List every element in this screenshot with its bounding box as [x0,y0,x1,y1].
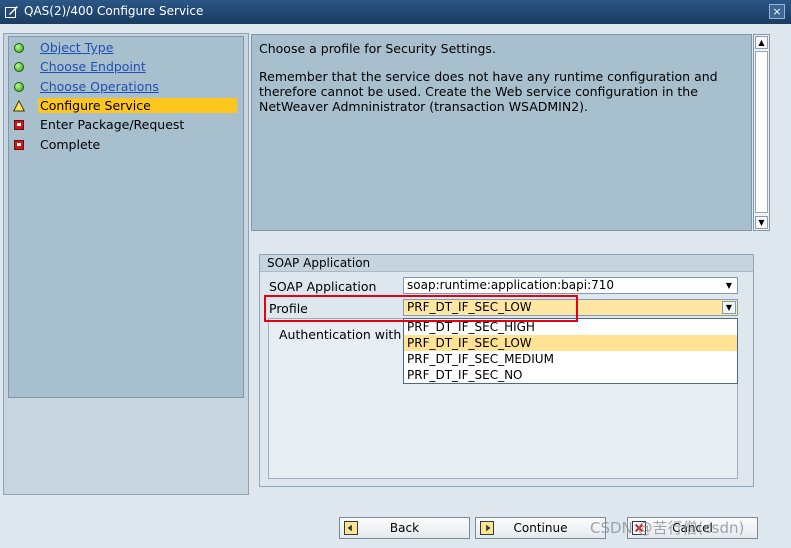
scroll-down-icon: ▼ [758,218,765,227]
wizard-steps-list: Object Type Choose Endpoint Choose Opera… [8,36,244,398]
step-choose-operations[interactable]: Choose Operations [9,78,243,96]
step-label: Enter Package/Request [40,117,185,132]
watermark-text: CSDN @苦行僧(csdn) [590,519,745,537]
warning-triangle-icon [13,100,25,112]
step-label: Configure Service [38,98,237,113]
edit-window-icon [5,6,18,18]
step-label[interactable]: Object Type [40,40,113,55]
step-label[interactable]: Choose Operations [40,79,159,94]
continue-button[interactable]: Continue [475,517,606,539]
info-line-runtime-warning: Remember that the service does not have … [259,69,718,114]
window-title-bar: QAS(2)/400 Configure Service × [0,0,791,24]
close-window-button[interactable]: × [769,4,785,19]
profile-option-low[interactable]: PRF_DT_IF_SEC_LOW [404,335,737,351]
step-label[interactable]: Choose Endpoint [40,59,146,74]
scroll-thumb[interactable] [755,51,768,213]
green-status-icon [14,82,24,92]
window-title: QAS(2)/400 Configure Service [24,4,204,18]
back-button[interactable]: Back [339,517,470,539]
step-choose-endpoint[interactable]: Choose Endpoint [9,58,243,76]
info-message-panel: Choose a profile for Security Settings. … [251,34,752,231]
close-icon: × [772,5,782,18]
step-configure-service[interactable]: Configure Service [9,97,243,115]
scroll-down-button[interactable]: ▼ [755,216,768,229]
authentication-label: Authentication with Us [279,327,421,342]
chevron-down-icon[interactable]: ▼ [723,280,735,291]
step-object-type[interactable]: Object Type [9,39,243,57]
chevron-down-icon[interactable]: ▼ [722,301,736,314]
step-complete[interactable]: Complete [9,136,243,154]
red-status-icon [14,120,24,130]
step-label: Complete [40,137,101,152]
info-line-choose-profile: Choose a profile for Security Settings. [259,41,496,56]
annotation-highlight-box [264,295,578,322]
scroll-up-icon: ▲ [758,38,765,47]
profile-dropdown-list[interactable]: PRF_DT_IF_SEC_HIGH PRF_DT_IF_SEC_LOW PRF… [403,318,738,384]
scroll-up-button[interactable]: ▲ [755,36,768,49]
soap-application-value: soap:runtime:application:bapi:710 [407,278,615,292]
step-enter-package-request[interactable]: Enter Package/Request [9,116,243,134]
green-status-icon [14,43,24,53]
continue-label: Continue [513,521,568,535]
info-scrollbar[interactable]: ▲ ▼ [753,34,770,231]
group-title: SOAP Application [260,255,753,272]
back-label: Back [389,521,420,535]
profile-option-medium[interactable]: PRF_DT_IF_SEC_MEDIUM [404,351,737,367]
profile-option-no[interactable]: PRF_DT_IF_SEC_NO [404,367,737,383]
soap-application-label: SOAP Application [269,279,377,294]
soap-application-select[interactable]: soap:runtime:application:bapi:710 ▼ [403,277,738,294]
green-status-icon [14,62,24,72]
red-status-icon [14,140,24,150]
